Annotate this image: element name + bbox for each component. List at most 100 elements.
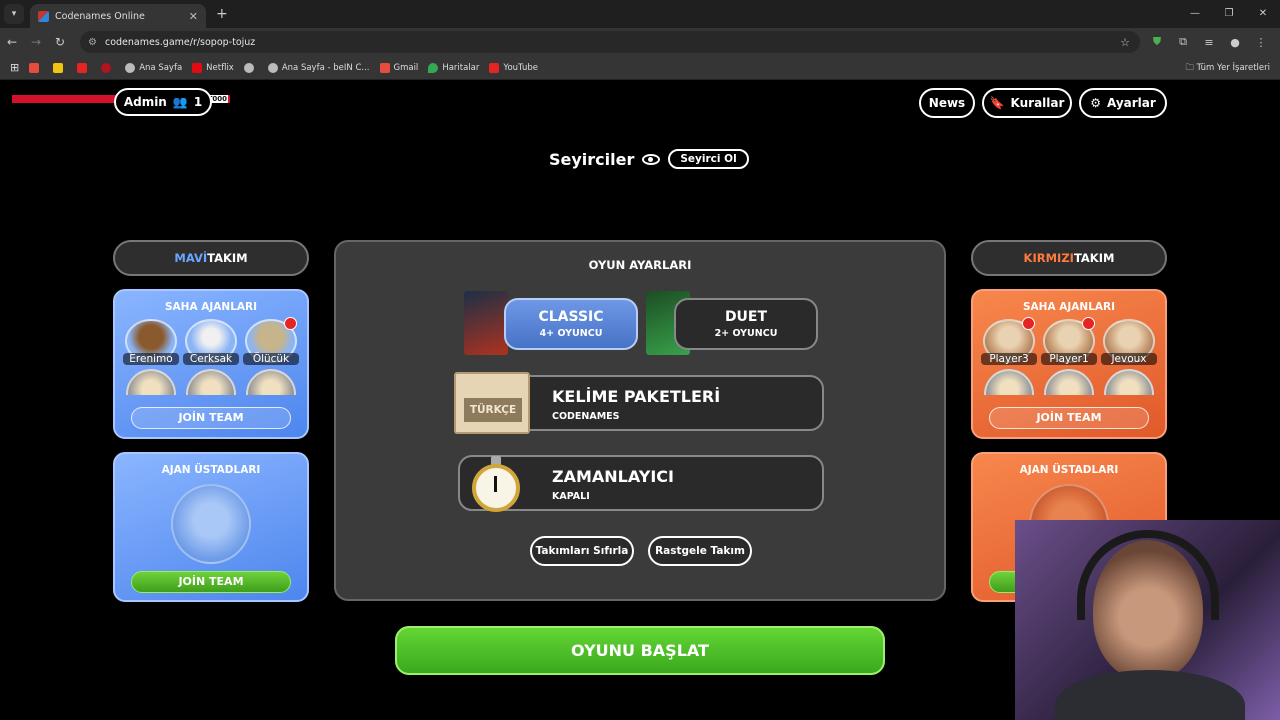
address-bar[interactable]: ⚙ codenames.game/r/sopop-tojuz ☆ — [80, 31, 1140, 53]
reload-icon[interactable]: ↻ — [48, 35, 72, 49]
player-name: Ölücük — [243, 353, 299, 365]
player-avatar — [243, 369, 299, 395]
player-avatar — [123, 369, 179, 395]
all-bookmarks-label: Tüm Yer İşaretleri — [1196, 63, 1270, 73]
avatar — [1104, 369, 1154, 395]
bookmark-haritalar[interactable]: Haritalar — [428, 62, 480, 73]
rules-label: Kurallar — [1010, 96, 1065, 110]
player-avatar — [1041, 369, 1097, 395]
bookmark-bein[interactable]: Ana Sayfa - beIN C... — [267, 62, 370, 73]
reset-teams-button[interactable]: Takımları Sıfırla — [530, 536, 634, 566]
all-bookmarks[interactable]: 🗀 Tüm Yer İşaretleri — [1185, 62, 1270, 76]
browser-tab[interactable]: Codenames Online ✕ — [30, 4, 206, 28]
opera-shortcut-icon[interactable] — [101, 62, 115, 73]
minimize-icon[interactable]: — — [1178, 0, 1212, 28]
browser-extensions: ⛊ ⧉ ≡ ● ⋮ — [1144, 28, 1274, 56]
shortcut-icon[interactable] — [53, 62, 67, 73]
disconnected-icon — [1082, 317, 1095, 330]
bookmark-gmail[interactable]: Gmail — [379, 62, 419, 73]
red-team-title-rest: TAKIM — [1073, 251, 1115, 265]
tab-list-button[interactable]: ▾ — [4, 4, 24, 24]
blue-operatives-join-button[interactable]: JOİN TEAM — [131, 407, 291, 429]
blue-spymasters-card: AJAN ÜSTADLARI JOİN TEAM — [113, 452, 309, 602]
classic-players: 4+ OYUNCU — [539, 328, 603, 339]
player-name: Player1 — [1041, 353, 1097, 365]
classic-mode-button[interactable]: CLASSIC 4+ OYUNCU — [504, 298, 638, 350]
word-card-label: TÜRKÇE — [464, 398, 522, 422]
news-label: News — [928, 96, 966, 110]
game-settings-panel: OYUN AYARLARI CLASSIC 4+ OYUNCU DUET 2+ … — [334, 240, 946, 601]
apps-icon[interactable]: ⊞ — [10, 61, 19, 74]
duet-players: 2+ OYUNCU — [714, 328, 778, 339]
blue-operatives-list: Erenimo Cerksak Ölücük — [115, 317, 307, 365]
red-spymasters-title: AJAN ÜSTADLARI — [1019, 464, 1119, 476]
bookmark-label: Ana Sayfa - beIN C... — [281, 62, 370, 73]
stopwatch-icon — [472, 456, 520, 512]
red-team-color-word: KIRMIZI — [1023, 251, 1074, 265]
extensions-icon[interactable]: ⧉ — [1170, 35, 1196, 49]
youtube-shortcut-icon[interactable] — [77, 62, 91, 73]
menu-icon[interactable]: ⋮ — [1248, 36, 1274, 49]
word-packs-value: CODENAMES — [552, 411, 620, 422]
gmail-shortcut-icon[interactable] — [29, 62, 43, 73]
settings-label: Ayarlar — [1106, 96, 1156, 110]
red-operatives-join-button[interactable]: JOİN TEAM — [989, 407, 1149, 429]
codenames-favicon-icon — [38, 10, 49, 22]
globe-icon[interactable] — [243, 62, 258, 73]
avatar — [126, 369, 176, 395]
spymaster-illustration — [171, 484, 251, 564]
bookmark-ana-sayfa[interactable]: Ana Sayfa — [125, 62, 183, 73]
bookmark-youtube[interactable]: YouTube — [489, 62, 538, 73]
media-icon[interactable]: ≡ — [1196, 36, 1222, 49]
blue-team-header: MAVİ TAKIM — [113, 240, 309, 276]
avatar — [186, 369, 236, 395]
red-operatives-card: SAHA AJANLARI Player3 Player1 Jevoux JOİ… — [971, 289, 1167, 439]
bookmarks-bar: ⊞ Ana Sayfa Netflix Ana Sayfa - beIN C..… — [0, 56, 1280, 80]
duet-label: DUET — [724, 309, 768, 325]
restore-icon[interactable]: ❐ — [1212, 0, 1246, 28]
settings-button[interactable]: ⚙ Ayarlar — [1079, 88, 1167, 118]
bookmark-label: Netflix — [206, 62, 234, 73]
profile-avatar-icon[interactable]: ● — [1222, 36, 1248, 49]
admin-button[interactable]: Admin 👥 1 — [114, 88, 212, 116]
close-tab-icon[interactable]: ✕ — [189, 10, 198, 23]
player-name: Jevoux — [1101, 353, 1157, 365]
blue-operatives-card: SAHA AJANLARI Erenimo Cerksak Ölücük JOİ… — [113, 289, 309, 439]
bookmark-label: Haritalar — [442, 62, 480, 73]
rules-button[interactable]: 🔖 Kurallar — [982, 88, 1072, 118]
tab-title: Codenames Online — [55, 10, 145, 22]
browser-tab-bar: ▾ Codenames Online ✕ + — ❐ ✕ — [0, 0, 1280, 28]
user-group-icon: 👥 — [172, 95, 188, 109]
red-operatives-title: SAHA AJANLARI — [1022, 301, 1115, 313]
browser-nav-bar: ← → ↻ ⚙ codenames.game/r/sopop-tojuz ☆ ⛊… — [0, 28, 1280, 56]
blue-spymasters-join-button[interactable]: JOİN TEAM — [131, 571, 291, 593]
player-avatar — [183, 369, 239, 395]
close-window-icon[interactable]: ✕ — [1246, 0, 1280, 28]
random-team-button[interactable]: Rastgele Takım — [648, 536, 752, 566]
timer-title: ZAMANLAYICI — [552, 467, 674, 486]
bookmark-netflix[interactable]: Netflix — [192, 62, 234, 73]
player-avatar: Player1 — [1041, 317, 1097, 365]
bookmark-label: YouTube — [503, 62, 538, 73]
forward-icon[interactable]: → — [24, 35, 48, 49]
blue-spymasters-title: AJAN ÜSTADLARI — [161, 464, 261, 476]
back-icon[interactable]: ← — [0, 35, 24, 49]
disconnected-icon — [284, 317, 297, 330]
new-tab-icon[interactable]: + — [216, 6, 228, 22]
codenames-app: RYT000 Admin 👥 1 News 🔖 Kurallar ⚙ Ayarlar… — [0, 81, 1280, 720]
player-name: Erenimo — [123, 353, 179, 365]
classic-box-image — [464, 291, 508, 355]
player-avatar: Cerksak — [183, 319, 239, 365]
become-spectator-button[interactable]: Seyirci Ol — [668, 149, 749, 169]
site-info-icon[interactable]: ⚙ — [88, 37, 97, 48]
duet-mode-button[interactable]: DUET 2+ OYUNCU — [674, 298, 818, 350]
spectators-title: Seyirciler — [549, 149, 635, 169]
shield-extension-icon[interactable]: ⛊ — [1144, 35, 1170, 49]
eye-icon — [642, 153, 661, 165]
bookmark-label: Ana Sayfa — [139, 62, 183, 73]
news-button[interactable]: News — [919, 88, 975, 118]
start-game-button[interactable]: OYUNU BAŞLAT — [395, 626, 885, 675]
admin-label: Admin — [123, 95, 167, 109]
bookmark-label: Gmail — [393, 62, 419, 73]
bookmark-star-icon[interactable]: ☆ — [1120, 36, 1130, 49]
